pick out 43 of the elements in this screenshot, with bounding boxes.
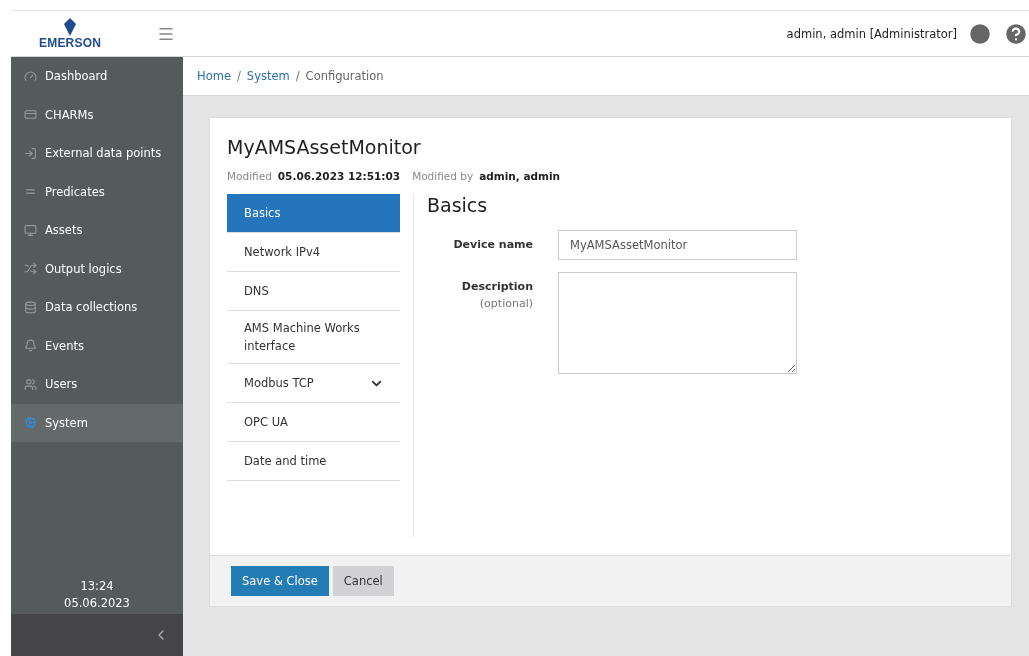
page-title: MyAMSAssetMonitor [227,136,422,158]
login-icon [24,146,37,160]
device-name-field[interactable]: MyAMSAssetMonitor [558,230,797,260]
breadcrumb-separator: / [236,69,241,83]
breadcrumb-link[interactable]: System [246,69,290,83]
section-title: Basics [427,194,489,216]
nav-tab[interactable]: Basics [227,194,400,233]
sidebar-item[interactable]: CHARMs [11,95,183,134]
clock-time: 13:24 [80,579,114,593]
field-label: Description [461,280,533,293]
settings-icon [24,416,37,430]
gauge-icon [24,69,37,83]
user-name: admin, admin [Administrator] [786,26,957,41]
bell-icon [24,339,37,353]
sidebar-item[interactable]: Events [11,326,183,365]
modified-value: 05.06.2023 12:51:03 [277,170,401,182]
logo-icon [63,17,78,36]
description-field[interactable] [558,272,797,374]
modified-by-value: admin, admin [479,170,561,182]
sidebar-item[interactable]: Data collections [11,288,183,327]
field-label: Device name [453,238,533,251]
breadcrumb-separator: / [295,69,300,83]
shuffle-icon [24,262,37,276]
save-button[interactable]: Save & Close [231,566,329,596]
sidebar-item[interactable]: Assets [11,211,183,250]
modified-label: Modified [227,170,272,182]
breadcrumb-link[interactable]: Home [197,69,231,83]
cancel-button[interactable]: Cancel [332,566,394,596]
brand-name: EMERSON [39,35,102,50]
sidebar-item[interactable]: External data points [11,134,183,173]
card-icon [24,108,37,122]
sidebar-item[interactable]: Users [11,365,183,404]
sidebar-item[interactable]: Dashboard [11,57,183,96]
users-icon [24,377,37,391]
sidebar-item[interactable]: Output logics [11,249,183,288]
database-icon [24,300,37,314]
field-hint: (optional) [479,297,533,310]
breadcrumb-current: Configuration [305,69,384,83]
modified-by-label: Modified by [412,170,474,182]
sidebar-item[interactable]: System [11,403,183,442]
monitor-icon [24,223,37,237]
sidebar-item[interactable]: Predicates [11,172,183,211]
clock-date: 05.06.2023 [64,596,130,610]
